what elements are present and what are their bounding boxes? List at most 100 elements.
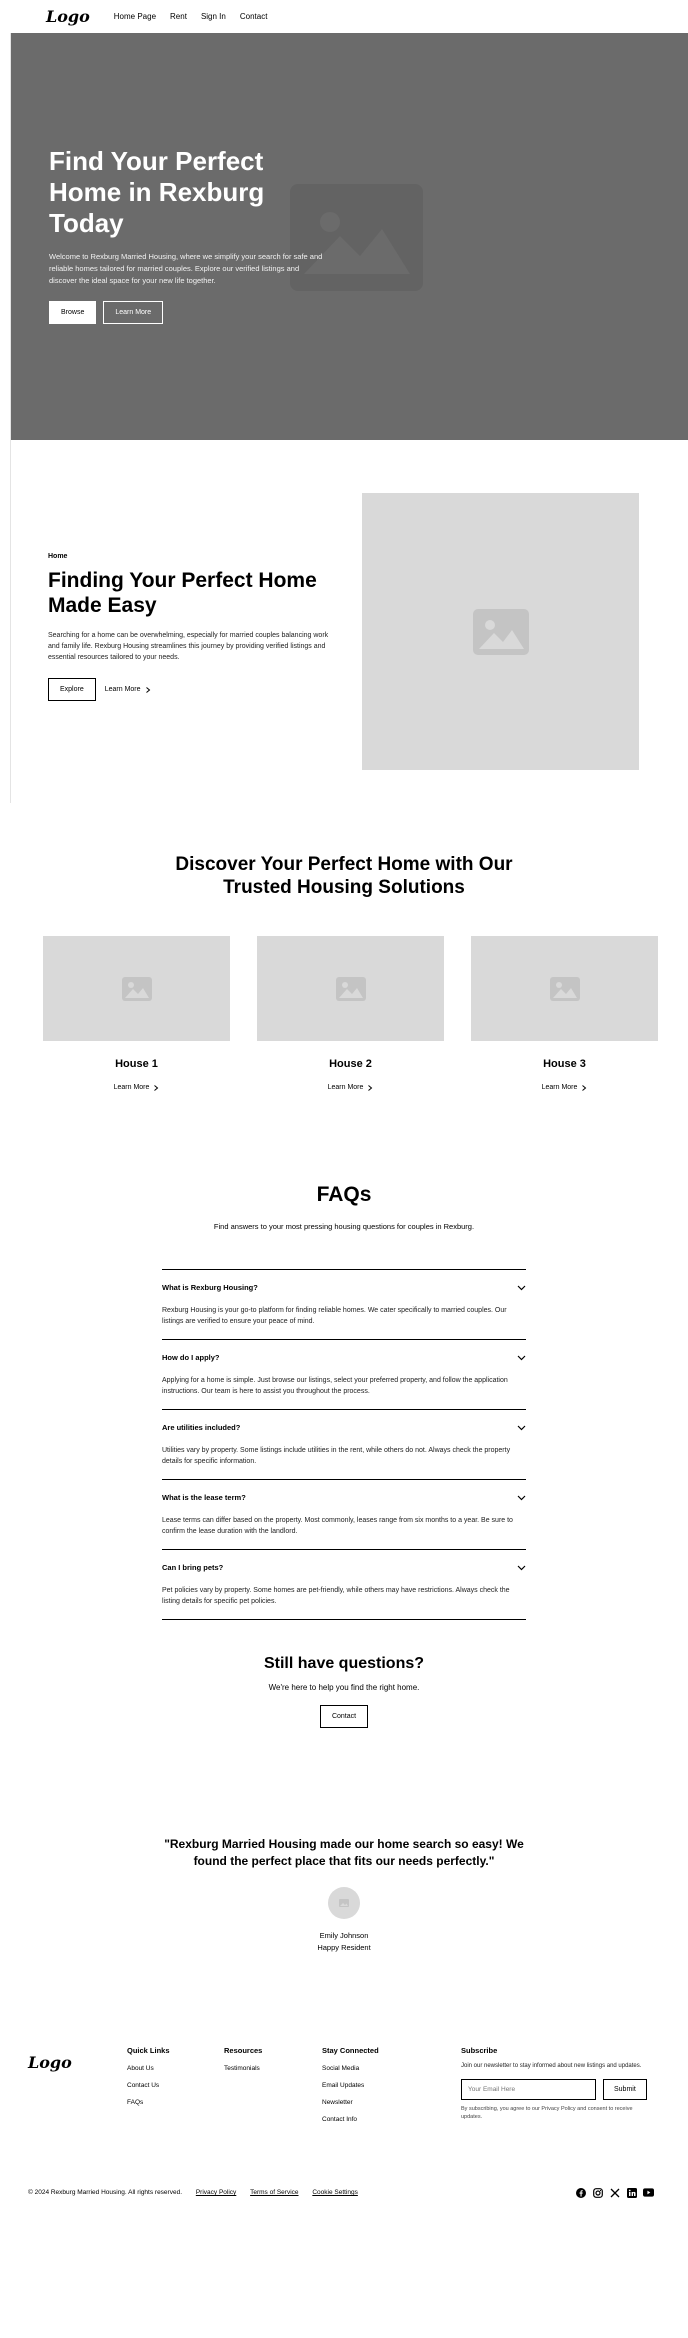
nav-sign-in[interactable]: Sign In [201,12,226,21]
house-image-placeholder [471,936,658,1041]
footer: Logo Quick Links About Us Contact Us FAQ… [0,2046,688,2286]
cookie-settings-link[interactable]: Cookie Settings [312,2189,358,2196]
x-icon[interactable] [609,2187,620,2198]
faq-answer: Pet policies vary by property. Some home… [162,1587,510,1605]
footer-link-newsletter[interactable]: Newsletter [322,2099,379,2106]
nav-home-page[interactable]: Home Page [114,12,156,21]
faq-question[interactable]: What is the lease term? [162,1493,526,1502]
chevron-down-icon [517,1355,526,1360]
contact-button[interactable]: Contact [319,1705,369,1728]
faq-question-text: How do I apply? [162,1353,220,1362]
house-title: House 2 [329,1058,372,1070]
footer-logo[interactable]: Logo [28,2053,72,2072]
testimonial-section: "Rexburg Married Housing made our home s… [0,1836,688,1952]
faq-answer: Lease terms can differ based on the prop… [162,1517,513,1535]
image-placeholder-icon [549,976,580,1001]
discover-title: Discover Your Perfect Home with Our Trus… [175,854,513,898]
faq-item: How do I apply? Applying for a home is s… [162,1339,526,1409]
chevron-down-icon [517,1495,526,1500]
faq-question-text: Can I bring pets? [162,1563,224,1572]
feature-title: Finding Your Perfect Home Made Easy [48,569,317,617]
house-card[interactable]: House 3 Learn More [471,936,658,1094]
avatar [328,1887,360,1919]
house-title: House 3 [543,1058,586,1070]
nav-rent[interactable]: Rent [170,12,187,21]
footer-link-contact-us[interactable]: Contact Us [127,2082,170,2089]
testimonial-quote: "Rexburg Married Housing made our home s… [164,1837,524,1868]
house-card[interactable]: House 1 Learn More [43,936,230,1094]
faq-question-text: Are utilities included? [162,1423,241,1432]
footer-bottom: © 2024 Rexburg Married Housing. All righ… [28,2187,654,2198]
terms-of-service-link[interactable]: Terms of Service [250,2189,298,2196]
faq-item: What is Rexburg Housing? Rexburg Housing… [162,1269,526,1339]
image-placeholder-icon [472,608,529,655]
faq-question[interactable]: What is Rexburg Housing? [162,1283,526,1292]
faq-section: FAQs Find answers to your most pressing … [0,1163,688,1728]
feature-learn-more-label: Learn More [104,686,141,693]
faq-question[interactable]: Are utilities included? [162,1423,526,1432]
feature-tagline: Home [48,553,68,560]
chevron-right-icon [154,1084,159,1091]
footer-link-about-us[interactable]: About Us [127,2065,170,2072]
faq-title: FAQs [316,1183,372,1206]
footer-link-contact-info[interactable]: Contact Info [322,2116,379,2123]
hero-description: Welcome to Rexburg Married Housing, wher… [49,252,323,285]
top-navbar: Logo Home Page Rent Sign In Contact [0,0,688,33]
faq-item: Can I bring pets? Pet policies vary by p… [162,1549,526,1619]
image-placeholder-icon [121,976,152,1001]
footer-link-social-media[interactable]: Social Media [322,2065,379,2072]
email-field[interactable] [461,2079,596,2100]
chevron-right-icon [582,1084,587,1091]
still-have-questions: Still have questions? We're here to help… [0,1655,688,1728]
youtube-icon[interactable] [643,2187,654,2198]
footer-link-email-updates[interactable]: Email Updates [322,2082,379,2089]
image-placeholder-icon [339,1899,349,1907]
discover-section: Discover Your Perfect Home with Our Trus… [0,810,688,1163]
faq-question[interactable]: How do I apply? [162,1353,526,1362]
faq-answer: Applying for a home is simple. Just brow… [162,1377,508,1395]
nav-logo[interactable]: Logo [46,7,90,26]
faq-question[interactable]: Can I bring pets? [162,1563,526,1572]
submit-button[interactable]: Submit [603,2079,647,2100]
house-image-placeholder [43,936,230,1041]
image-placeholder-icon [335,976,366,1001]
footer-quick-links: Quick Links About Us Contact Us FAQs [127,2046,170,2106]
faq-question-text: What is Rexburg Housing? [162,1283,258,1292]
house-learn-more-link[interactable]: Learn More [542,1084,588,1091]
facebook-icon[interactable] [575,2187,586,2198]
testimonial-name: Emily Johnson [319,1931,369,1940]
faq-item: What is the lease term? Lease terms can … [162,1479,526,1549]
explore-button[interactable]: Explore [48,678,96,701]
feature-learn-more-link[interactable]: Learn More [105,686,151,693]
house-learn-more-link[interactable]: Learn More [114,1084,160,1091]
footer-link-faqs[interactable]: FAQs [127,2099,170,2106]
subscribe-block: Subscribe Join our newsletter to stay in… [461,2046,653,2121]
social-icons [575,2187,654,2198]
nav-contact[interactable]: Contact [240,12,268,21]
footer-column-title: Resources [224,2046,263,2055]
house-learn-more-label: Learn More [541,1084,578,1091]
hero-learn-more-button[interactable]: Learn More [103,301,164,324]
footer-stay-connected: Stay Connected Social Media Email Update… [322,2046,379,2123]
faq-answer: Rexburg Housing is your go-to platform f… [162,1307,507,1325]
faq-list: What is Rexburg Housing? Rexburg Housing… [162,1269,526,1620]
copyright: © 2024 Rexburg Married Housing. All righ… [28,2189,183,2196]
linkedin-icon[interactable] [626,2187,637,2198]
subscribe-title: Subscribe [461,2046,498,2055]
faq-answer: Utilities vary by property. Some listing… [162,1447,511,1465]
feature-image-placeholder [362,493,639,770]
feature-content: Home Finding Your Perfect Home Made Easy… [48,553,338,701]
house-image-placeholder [257,936,444,1041]
subscribe-fine-print: By subscribing, you agree to our Privacy… [461,2106,633,2120]
browse-button[interactable]: Browse [49,301,97,324]
instagram-icon[interactable] [592,2187,603,2198]
privacy-policy-link[interactable]: Privacy Policy [196,2189,236,2196]
house-title: House 1 [115,1058,158,1070]
footer-link-testimonials[interactable]: Testimonials [224,2065,262,2072]
house-card[interactable]: House 2 Learn More [257,936,444,1094]
faq-question-text: What is the lease term? [162,1493,246,1502]
subscribe-description: Join our newsletter to stay informed abo… [461,2063,642,2069]
house-learn-more-link[interactable]: Learn More [328,1084,374,1091]
hero-section: Find Your Perfect Home in Rexburg Today … [11,33,688,440]
still-title: Still have questions? [263,1655,425,1672]
